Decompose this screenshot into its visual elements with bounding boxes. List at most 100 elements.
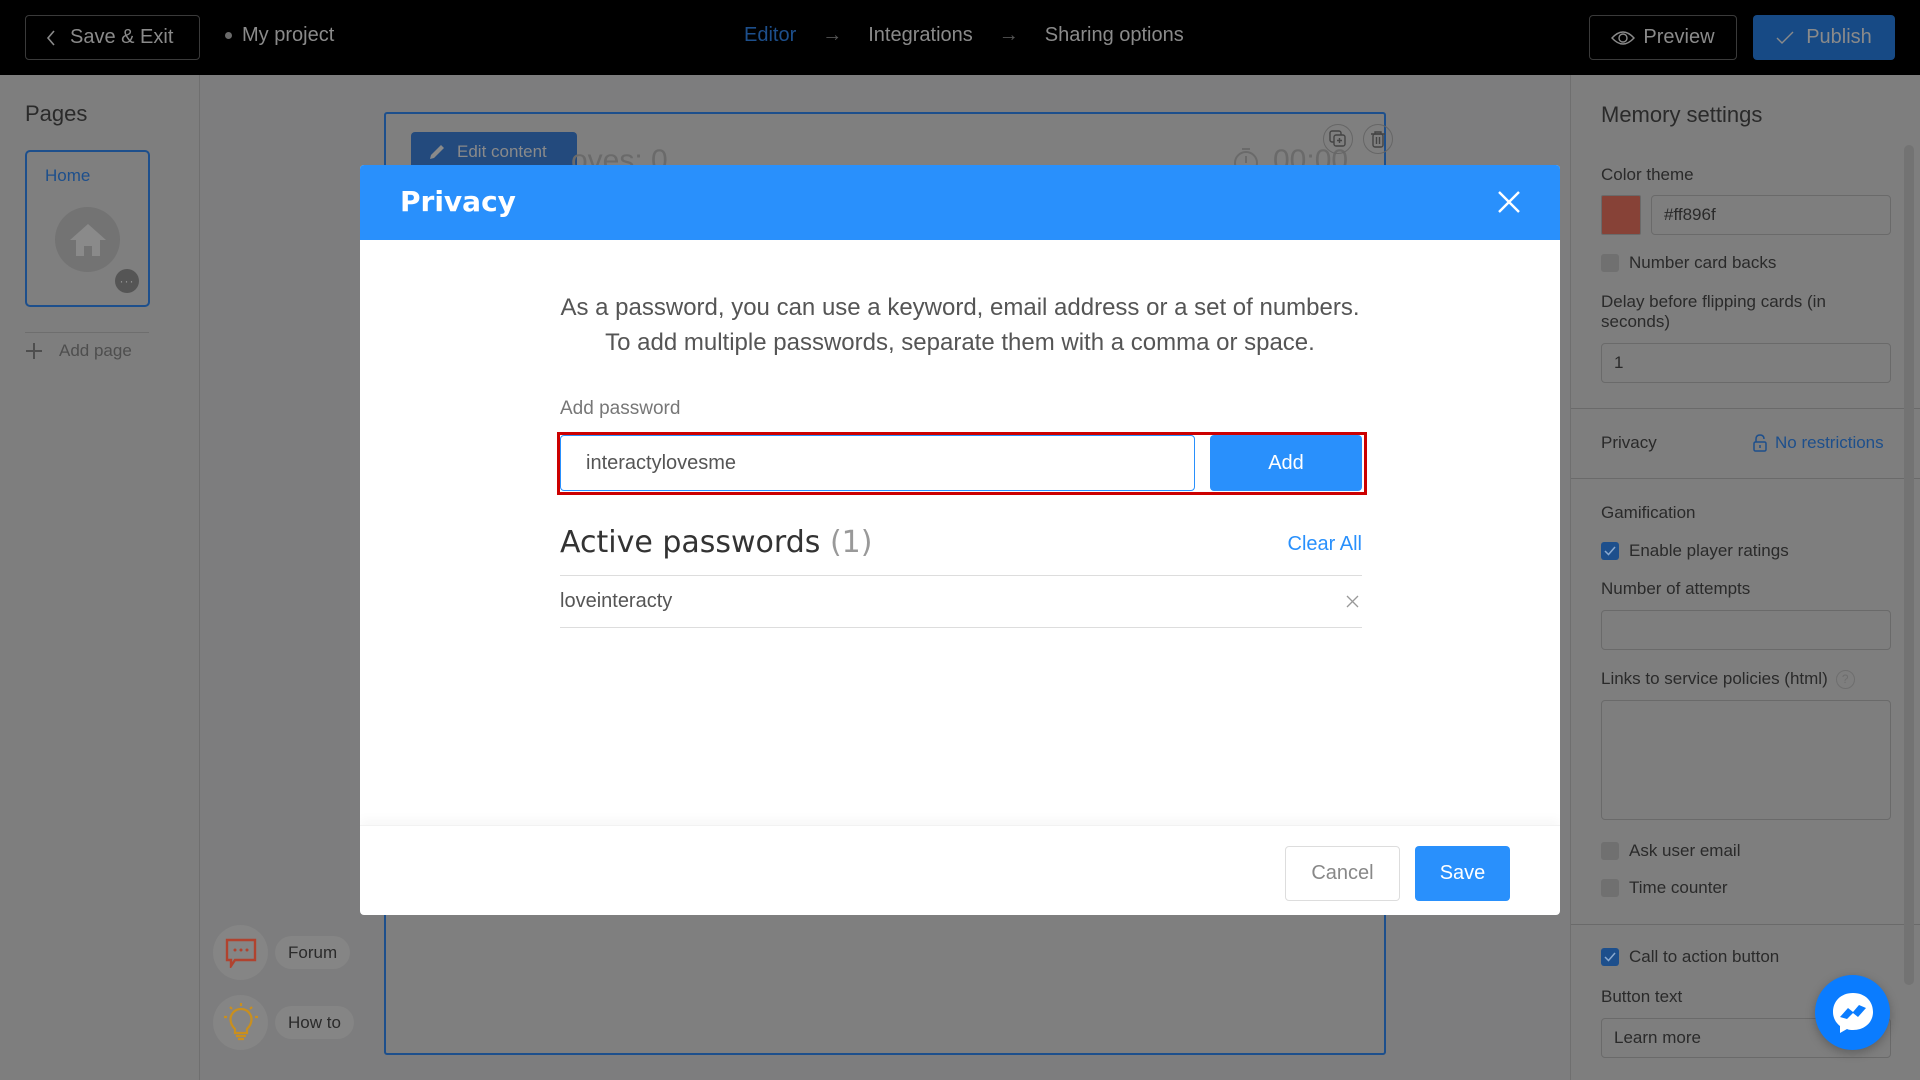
help-question-icon[interactable]: ?	[1835, 669, 1855, 689]
duplicate-icon	[1329, 130, 1346, 147]
eye-icon	[1611, 30, 1636, 45]
settings-scrollbar[interactable]	[1904, 145, 1914, 985]
ask-email-checkbox[interactable]: Ask user email	[1601, 841, 1740, 861]
color-theme-label: Color theme	[1601, 165, 1694, 184]
privacy-modal: Privacy As a password, you can use a key…	[360, 165, 1560, 915]
add-password-label: Add password	[560, 398, 681, 419]
page-card-home[interactable]: Home ···	[25, 150, 150, 307]
messenger-icon	[1832, 992, 1873, 1033]
duplicate-button[interactable]	[1323, 124, 1353, 154]
attempts-label: Number of attempts	[1601, 579, 1751, 598]
cta-label: Call to action button	[1629, 947, 1780, 966]
privacy-value: No restrictions	[1775, 433, 1884, 452]
pages-sidebar: Pages Home ··· Add page	[0, 75, 200, 1080]
add-page-button[interactable]: Add page	[25, 332, 149, 361]
active-passwords-count: (1)	[829, 525, 873, 560]
divider	[1571, 478, 1920, 479]
pages-title: Pages	[25, 101, 88, 126]
checkbox-unchecked-icon	[1601, 254, 1619, 272]
checkbox-unchecked-icon	[1601, 842, 1619, 860]
unsaved-dot-icon	[225, 32, 232, 39]
workflow-steps: Editor → Integrations → Sharing options	[744, 24, 1184, 47]
delay-label: Delay before flipping cards (in seconds)	[1601, 292, 1826, 331]
active-passwords-label: Active passwords	[560, 525, 821, 560]
project-name-label: My project	[242, 24, 335, 46]
modal-title: Privacy	[400, 185, 516, 218]
arrow-right-icon: →	[822, 24, 843, 46]
forum-label[interactable]: Forum	[275, 936, 351, 969]
step-integrations[interactable]: Integrations	[868, 24, 973, 47]
policies-label-row: Links to service policies (html) ?	[1601, 669, 1855, 689]
delete-button[interactable]	[1363, 124, 1393, 154]
password-row: loveinteracty	[560, 576, 1362, 628]
step-sharing-options[interactable]: Sharing options	[1045, 24, 1184, 47]
cta-checkbox[interactable]: Call to action button	[1601, 947, 1779, 967]
publish-button[interactable]: Publish	[1753, 15, 1895, 60]
number-card-backs-checkbox[interactable]: Number card backs	[1601, 253, 1776, 273]
color-theme-input[interactable]: #ff896f	[1651, 195, 1891, 235]
password-list: loveinteracty	[560, 575, 1362, 628]
enable-ratings-checkbox[interactable]: Enable player ratings	[1601, 541, 1789, 561]
modal-footer: Cancel Save	[360, 825, 1560, 915]
settings-title: Memory settings	[1601, 102, 1763, 127]
description-line-1: As a password, you can use a keyword, em…	[560, 294, 1360, 321]
privacy-label: Privacy	[1601, 433, 1657, 452]
chat-bubble-icon	[225, 938, 256, 968]
gamification-label: Gamification	[1601, 503, 1696, 522]
edit-content-label: Edit content	[457, 142, 547, 161]
cancel-button[interactable]: Cancel	[1285, 846, 1400, 901]
checkbox-unchecked-icon	[1601, 879, 1619, 897]
trash-icon	[1371, 131, 1385, 148]
lock-open-icon	[1753, 434, 1767, 452]
lightbulb-icon	[223, 1002, 258, 1040]
policies-label: Links to service policies (html)	[1601, 669, 1828, 688]
time-counter-label: Time counter	[1629, 878, 1728, 897]
close-button[interactable]	[1492, 185, 1526, 219]
delay-input[interactable]: 1	[1601, 343, 1891, 383]
clear-all-link[interactable]: Clear All	[1260, 533, 1362, 556]
pencil-icon	[430, 145, 444, 159]
messenger-chat-button[interactable]	[1815, 975, 1890, 1050]
add-page-label: Add page	[59, 341, 132, 360]
chevron-left-icon	[46, 29, 55, 46]
password-value: loveinteracty	[560, 590, 673, 612]
step-editor[interactable]: Editor	[744, 24, 796, 47]
ask-email-label: Ask user email	[1629, 841, 1741, 860]
top-bar: Save & Exit My project Editor → Integrat…	[0, 0, 1920, 75]
preview-label: Preview	[1643, 26, 1715, 48]
modal-header: Privacy	[360, 165, 1560, 240]
arrow-right-icon: →	[998, 24, 1019, 46]
close-icon	[1346, 595, 1358, 608]
howto-button[interactable]	[213, 995, 268, 1050]
settings-panel: Memory settings Color theme #ff896f Numb…	[1570, 75, 1920, 1080]
project-name[interactable]: My project	[225, 24, 334, 47]
privacy-link[interactable]: No restrictions	[1753, 433, 1884, 453]
button-text-label: Button text	[1601, 987, 1683, 1006]
more-options-icon[interactable]: ···	[115, 269, 139, 293]
attempts-input[interactable]	[1601, 610, 1891, 650]
add-password-button[interactable]: Add	[1210, 435, 1362, 491]
check-icon	[1776, 31, 1794, 44]
description-line-2: To add multiple passwords, separate them…	[605, 329, 1315, 356]
close-icon	[1498, 191, 1520, 213]
checkbox-checked-icon	[1601, 948, 1619, 966]
active-passwords-heading: Active passwords (1)	[560, 525, 872, 560]
time-counter-checkbox[interactable]: Time counter	[1601, 878, 1728, 898]
save-button[interactable]: Save	[1415, 846, 1510, 901]
forum-button[interactable]	[213, 925, 268, 980]
publish-label: Publish	[1806, 26, 1872, 48]
divider	[1571, 924, 1920, 925]
modal-description: As a password, you can use a keyword, em…	[360, 290, 1560, 360]
howto-label[interactable]: How to	[275, 1006, 354, 1039]
save-exit-button[interactable]: Save & Exit	[25, 15, 200, 60]
preview-button[interactable]: Preview	[1589, 15, 1737, 60]
home-icon	[55, 207, 120, 272]
policies-textarea[interactable]	[1601, 700, 1891, 820]
plus-icon	[26, 343, 42, 359]
password-input[interactable]	[560, 435, 1195, 491]
color-swatch[interactable]	[1601, 195, 1641, 235]
divider	[1571, 408, 1920, 409]
page-card-label: Home	[45, 166, 91, 185]
remove-password-button[interactable]	[1342, 592, 1362, 612]
number-card-backs-label: Number card backs	[1629, 253, 1777, 272]
